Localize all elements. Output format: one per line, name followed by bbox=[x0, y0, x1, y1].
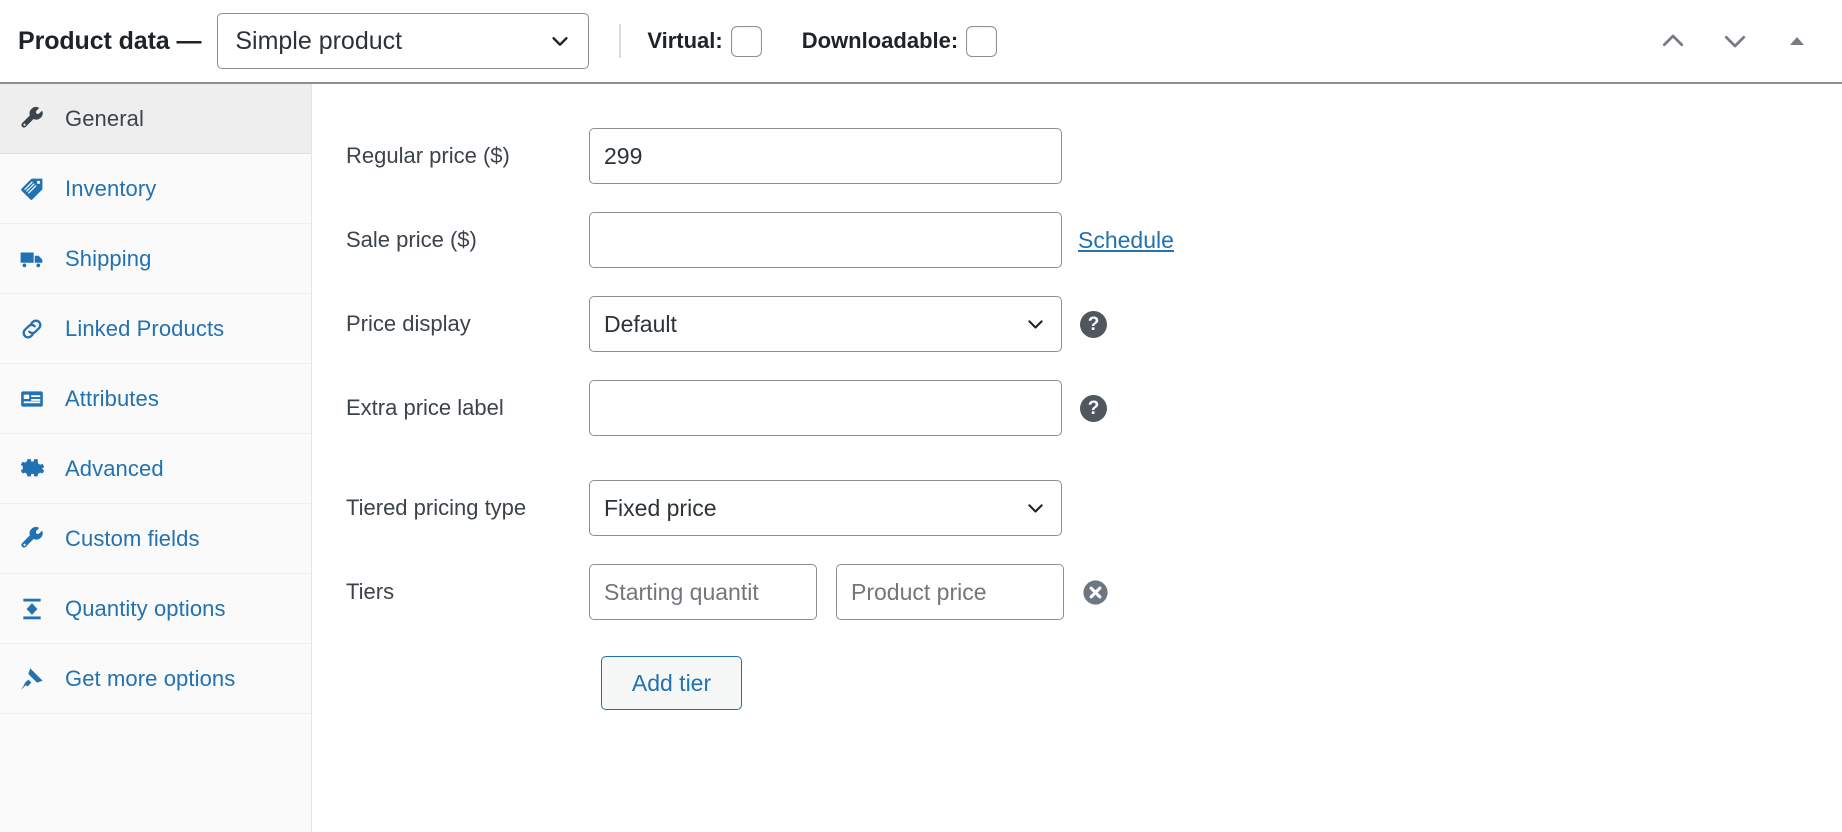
truck-icon bbox=[17, 244, 47, 274]
sidebar-item-shipping[interactable]: Shipping bbox=[0, 224, 311, 294]
extra-price-label-input[interactable] bbox=[589, 380, 1062, 436]
virtual-label: Virtual: bbox=[647, 28, 723, 53]
tiers-row: Tiers bbox=[312, 550, 1842, 634]
add-tier-button[interactable]: Add tier bbox=[601, 656, 742, 710]
sidebar-item-get-more-options[interactable]: Get more options bbox=[0, 644, 311, 714]
wrench-icon bbox=[17, 524, 47, 554]
tiered-pricing-type-control: Fixed price bbox=[589, 480, 1062, 536]
product-data-header: Product data — Simple product Virtual: D… bbox=[0, 0, 1842, 84]
sidebar-item-general[interactable]: General bbox=[0, 84, 311, 154]
sale-price-control: Schedule bbox=[589, 212, 1174, 268]
sidebar-item-label: Shipping bbox=[65, 245, 152, 271]
tier-price-input[interactable] bbox=[836, 564, 1064, 620]
downloadable-checkbox[interactable] bbox=[966, 25, 998, 57]
tiered-pricing-type-select-wrapper: Fixed price bbox=[589, 480, 1062, 536]
tiered-pricing-type-label: Tiered pricing type bbox=[346, 495, 527, 520]
sidebar-item-custom-fields[interactable]: Custom fields bbox=[0, 504, 311, 574]
downloadable-label: Downloadable: bbox=[801, 28, 959, 53]
regular-price-control bbox=[589, 128, 1062, 184]
plug-icon bbox=[17, 664, 47, 694]
sidebar-item-label: Quantity options bbox=[65, 595, 226, 621]
sidebar-item-label: General bbox=[65, 105, 144, 131]
price-display-control: Default ? bbox=[589, 296, 1107, 352]
header-divider bbox=[619, 24, 622, 58]
sidebar-item-label: Attributes bbox=[65, 385, 159, 411]
extra-price-label-row: Extra price label ? bbox=[312, 366, 1842, 450]
wrench-icon bbox=[17, 104, 47, 134]
sidebar-item-linked-products[interactable]: Linked Products bbox=[0, 294, 311, 364]
general-tab-panel: Regular price ($) Sale price ($) Schedul… bbox=[312, 84, 1842, 832]
price-display-label: Price display bbox=[346, 311, 471, 336]
price-display-row: Price display Default ? bbox=[312, 282, 1842, 366]
downloadable-checkbox-group: Downloadable: bbox=[801, 25, 998, 57]
sidebar-item-label: Advanced bbox=[65, 455, 164, 481]
extra-price-label-help-icon[interactable]: ? bbox=[1080, 394, 1107, 422]
price-display-help-icon[interactable]: ? bbox=[1080, 310, 1107, 338]
sidebar-item-advanced[interactable]: Advanced bbox=[0, 434, 311, 504]
sale-price-input[interactable] bbox=[589, 212, 1062, 268]
product-data-panel: Product data — Simple product Virtual: D… bbox=[0, 0, 1842, 832]
updown-arrows-icon bbox=[17, 594, 47, 624]
add-tier-row: Add tier bbox=[312, 656, 1842, 710]
sidebar-item-label: Linked Products bbox=[65, 315, 225, 341]
sidebar-item-label: Get more options bbox=[65, 665, 236, 691]
tiered-pricing-type-row: Tiered pricing type Fixed price bbox=[312, 466, 1842, 550]
tier-quantity-input[interactable] bbox=[589, 564, 817, 620]
virtual-checkbox-group: Virtual: bbox=[647, 25, 762, 57]
gear-icon bbox=[17, 454, 47, 484]
sidebar-item-label: Inventory bbox=[65, 175, 157, 201]
regular-price-row: Regular price ($) bbox=[312, 114, 1842, 198]
chevron-up-icon[interactable] bbox=[1656, 24, 1690, 58]
virtual-checkbox[interactable] bbox=[730, 25, 762, 57]
sidebar-item-attributes[interactable]: Attributes bbox=[0, 364, 311, 434]
triangle-up-icon[interactable] bbox=[1780, 24, 1814, 58]
page-title: Product data — bbox=[18, 26, 202, 55]
tiers-label: Tiers bbox=[346, 579, 395, 604]
sidebar-item-quantity-options[interactable]: Quantity options bbox=[0, 574, 311, 644]
product-data-tabs: General Inventory Shipping Linked Produc… bbox=[0, 84, 312, 832]
product-type-select-wrapper: Simple product bbox=[217, 13, 590, 69]
list-view-icon bbox=[17, 384, 47, 414]
sale-price-row: Sale price ($) Schedule bbox=[312, 198, 1842, 282]
product-type-select[interactable]: Simple product bbox=[217, 13, 590, 69]
extra-price-label-control: ? bbox=[589, 380, 1107, 436]
link-icon bbox=[17, 314, 47, 344]
price-display-select[interactable]: Default bbox=[589, 296, 1062, 352]
extra-price-label-label: Extra price label bbox=[346, 395, 504, 420]
sale-price-label: Sale price ($) bbox=[346, 227, 477, 252]
regular-price-input[interactable] bbox=[589, 128, 1062, 184]
tiered-pricing-type-select[interactable]: Fixed price bbox=[589, 480, 1062, 536]
remove-circle-icon[interactable] bbox=[1081, 578, 1110, 607]
header-actions bbox=[1656, 24, 1820, 58]
chevron-down-icon[interactable] bbox=[1718, 24, 1752, 58]
tag-icon bbox=[17, 174, 47, 204]
sidebar-item-label: Custom fields bbox=[65, 525, 200, 551]
tier-row bbox=[589, 564, 1110, 620]
product-data-body: General Inventory Shipping Linked Produc… bbox=[0, 84, 1842, 832]
schedule-link[interactable]: Schedule bbox=[1078, 227, 1174, 254]
sidebar-item-inventory[interactable]: Inventory bbox=[0, 154, 311, 224]
regular-price-label: Regular price ($) bbox=[346, 143, 510, 168]
price-display-select-wrapper: Default bbox=[589, 296, 1062, 352]
